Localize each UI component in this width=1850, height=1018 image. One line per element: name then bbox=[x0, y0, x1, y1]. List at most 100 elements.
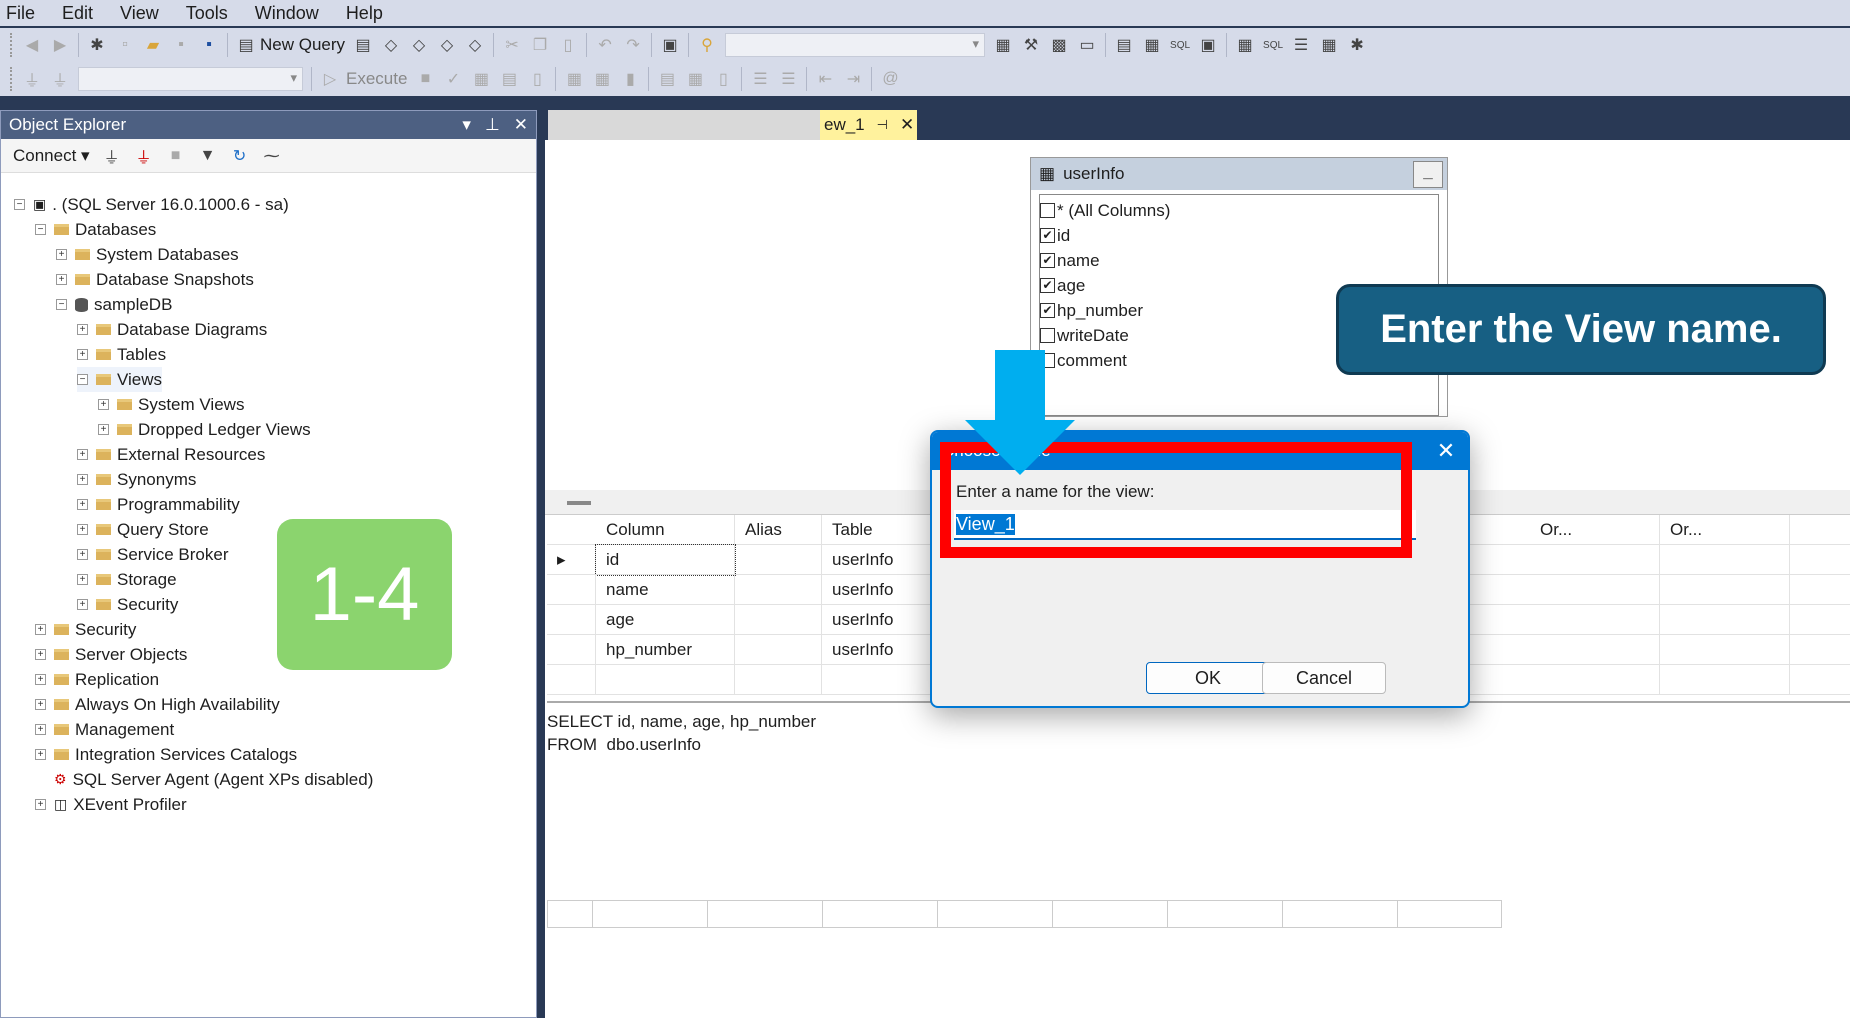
execute-button[interactable]: ▷ Execute bbox=[320, 69, 408, 89]
expand-icon[interactable]: + bbox=[35, 799, 46, 810]
checkbox-checked[interactable]: ✔ bbox=[1040, 253, 1055, 268]
toolbox-icon[interactable]: ▩ bbox=[1049, 35, 1069, 55]
column-item[interactable]: ✔ name bbox=[1040, 248, 1438, 273]
grid-cell[interactable]: userInfo bbox=[822, 575, 937, 605]
expand-icon[interactable]: + bbox=[35, 749, 46, 760]
expand-icon[interactable]: + bbox=[77, 599, 88, 610]
checkbox-checked[interactable]: ✔ bbox=[1040, 303, 1055, 318]
pin-icon[interactable]: ⊥ bbox=[485, 115, 500, 135]
row-header[interactable] bbox=[547, 635, 596, 665]
refresh-icon[interactable]: ↻ bbox=[230, 146, 250, 166]
tree-item[interactable]: − Views bbox=[77, 367, 163, 392]
save-icon[interactable]: ▪ bbox=[171, 35, 191, 55]
tree-item[interactable]: + Programmability bbox=[77, 492, 240, 517]
grid-cell[interactable] bbox=[1530, 575, 1660, 605]
back-icon[interactable]: ◀ bbox=[22, 35, 42, 55]
expand-icon[interactable]: + bbox=[35, 674, 46, 685]
dropdown-icon[interactable]: ▾ bbox=[462, 115, 471, 135]
expand-icon[interactable]: + bbox=[98, 399, 109, 410]
grid-cell[interactable]: userInfo bbox=[822, 605, 937, 635]
mdx-query-icon[interactable]: ◇ bbox=[381, 35, 401, 55]
xmla-query-icon[interactable]: ◇ bbox=[437, 35, 457, 55]
collapse-icon[interactable]: − bbox=[56, 299, 67, 310]
intellisense-icon[interactable]: ▯ bbox=[527, 69, 547, 89]
tree-item[interactable]: + Tables bbox=[77, 342, 166, 367]
grid-cell[interactable]: name bbox=[596, 575, 735, 605]
tree-item[interactable]: + Security bbox=[77, 592, 178, 617]
grid-cell[interactable]: hp_number bbox=[596, 635, 735, 665]
expand-icon[interactable]: + bbox=[77, 449, 88, 460]
column-header[interactable]: Column bbox=[596, 515, 735, 545]
menu-tools[interactable]: Tools bbox=[186, 3, 228, 24]
toolbar-grip[interactable] bbox=[10, 33, 14, 57]
expand-icon[interactable]: + bbox=[77, 549, 88, 560]
tree-item[interactable]: + Database Diagrams bbox=[77, 317, 267, 342]
expand-icon[interactable]: + bbox=[77, 324, 88, 335]
row-header[interactable] bbox=[547, 605, 596, 635]
tree-item[interactable]: + Security bbox=[35, 617, 136, 642]
toolbar-grip[interactable] bbox=[10, 67, 14, 91]
tree-item[interactable]: + Dropped Ledger Views bbox=[98, 417, 311, 442]
dax-query-icon[interactable]: ◇ bbox=[465, 35, 485, 55]
client-stats-icon[interactable]: ▮ bbox=[620, 69, 640, 89]
live-stats-icon[interactable]: ▦ bbox=[592, 69, 612, 89]
column-item[interactable]: ✔ id bbox=[1040, 223, 1438, 248]
menu-view[interactable]: View bbox=[120, 3, 159, 24]
grid-cell[interactable] bbox=[596, 665, 735, 695]
cancel-button[interactable]: Cancel bbox=[1262, 662, 1386, 694]
expand-icon[interactable]: + bbox=[35, 624, 46, 635]
expand-icon[interactable]: + bbox=[77, 524, 88, 535]
query-options-icon[interactable]: ▤ bbox=[499, 69, 519, 89]
expand-icon[interactable]: + bbox=[35, 724, 46, 735]
expand-icon[interactable]: + bbox=[77, 349, 88, 360]
parse-icon[interactable]: ✓ bbox=[443, 69, 463, 89]
expand-icon[interactable]: + bbox=[56, 274, 67, 285]
actual-plan-icon[interactable]: ▦ bbox=[564, 69, 584, 89]
results-text-icon[interactable]: ▤ bbox=[1114, 35, 1134, 55]
expand-icon[interactable]: + bbox=[56, 249, 67, 260]
grid-cell[interactable]: id bbox=[595, 544, 736, 576]
comment-icon[interactable]: ☰ bbox=[750, 69, 770, 89]
terminal-icon[interactable]: ▭ bbox=[1077, 35, 1097, 55]
minimize-button[interactable]: _ bbox=[1413, 161, 1443, 188]
redo-icon[interactable]: ↷ bbox=[623, 35, 643, 55]
copy-icon[interactable]: ❐ bbox=[530, 35, 550, 55]
column-header[interactable]: Or... bbox=[1530, 515, 1660, 545]
tree-item[interactable]: + System Views bbox=[98, 392, 244, 417]
uncomment-icon[interactable]: ☰ bbox=[778, 69, 798, 89]
properties-icon[interactable]: ⚒ bbox=[1021, 35, 1041, 55]
tree-item[interactable]: + Query Store bbox=[77, 517, 209, 542]
menu-edit[interactable]: Edit bbox=[62, 3, 93, 24]
grid-cell[interactable] bbox=[735, 545, 822, 575]
collapse-icon[interactable]: − bbox=[14, 199, 25, 210]
grid-cell[interactable]: userInfo bbox=[822, 545, 937, 575]
collapse-icon[interactable]: − bbox=[35, 224, 46, 235]
activity-monitor-icon[interactable]: ⁓ bbox=[262, 146, 282, 166]
tree-item[interactable]: + System Databases bbox=[56, 242, 239, 267]
decrease-indent-icon[interactable]: ⇤ bbox=[815, 69, 835, 89]
menu-help[interactable]: Help bbox=[346, 3, 383, 24]
grid-cell[interactable] bbox=[735, 665, 822, 695]
estimated-plan-icon[interactable]: ▦ bbox=[471, 69, 491, 89]
grid-cell[interactable]: age bbox=[596, 605, 735, 635]
expand-icon[interactable]: + bbox=[77, 574, 88, 585]
row-header[interactable] bbox=[547, 575, 596, 605]
add-item-icon[interactable]: ▫ bbox=[115, 35, 135, 55]
close-tab-icon[interactable]: ✕ bbox=[900, 115, 914, 135]
tree-item[interactable]: + ◫ XEvent Profiler bbox=[35, 792, 187, 817]
row-header[interactable]: ▸ bbox=[547, 545, 596, 575]
close-icon[interactable]: ✕ bbox=[1424, 438, 1468, 464]
increase-indent-icon[interactable]: ⇥ bbox=[843, 69, 863, 89]
tree-item[interactable]: + Management bbox=[35, 717, 174, 742]
grid-cell[interactable] bbox=[735, 635, 822, 665]
stop-icon[interactable]: ■ bbox=[415, 69, 435, 89]
grid-cell[interactable] bbox=[1530, 605, 1660, 635]
tree-item[interactable]: + Always On High Availability bbox=[35, 692, 280, 717]
tab-view-1[interactable]: ew_1 ⊣ ✕ bbox=[820, 110, 917, 140]
specify-values-icon[interactable]: @ bbox=[880, 69, 900, 89]
available-databases-combo[interactable] bbox=[78, 67, 303, 91]
results-file-icon[interactable]: ▯ bbox=[713, 69, 733, 89]
column-header[interactable]: Alias bbox=[735, 515, 822, 545]
solution-icon[interactable]: ▦ bbox=[993, 35, 1013, 55]
grid-cell[interactable] bbox=[1530, 665, 1660, 695]
